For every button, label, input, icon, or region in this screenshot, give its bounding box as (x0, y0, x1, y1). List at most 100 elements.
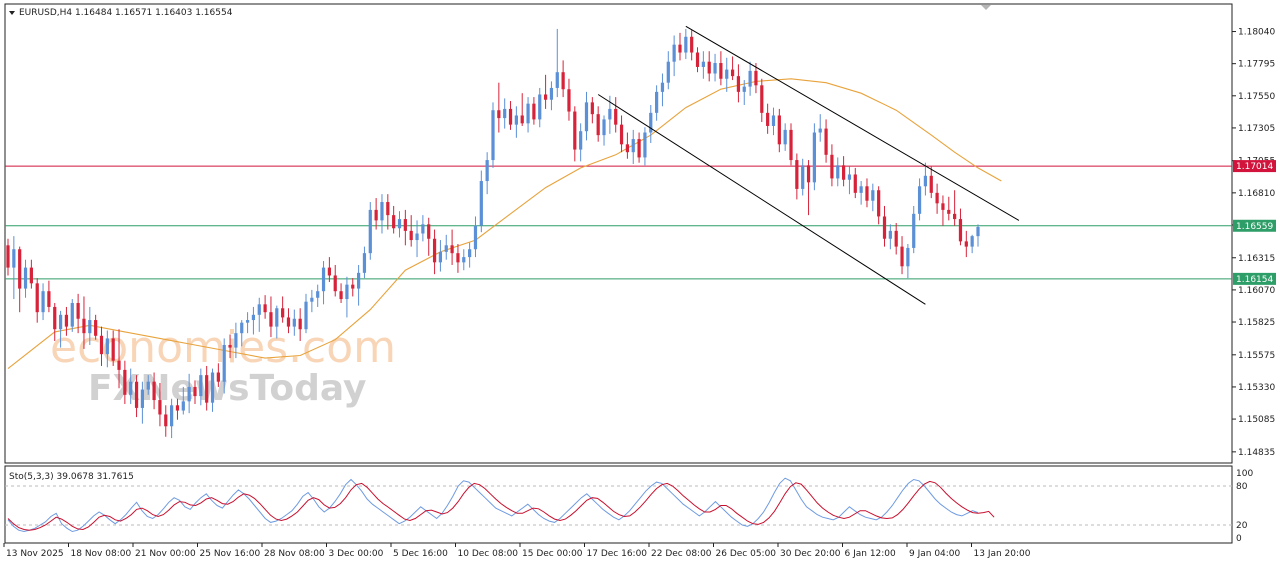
candle (953, 190, 957, 226)
candle (23, 259, 28, 298)
candle (573, 106, 577, 162)
candle (806, 160, 811, 216)
candle (520, 93, 524, 126)
candle-body (748, 70, 752, 87)
candle-body (339, 291, 343, 300)
candle-body (140, 389, 145, 408)
candle-body (35, 283, 39, 313)
candle (263, 295, 267, 319)
candle (795, 153, 799, 200)
candle-body (362, 253, 367, 273)
candle-body (812, 132, 816, 183)
candle-body (859, 186, 863, 193)
candle (847, 166, 852, 195)
candle (777, 108, 781, 153)
candle-body (82, 318, 86, 334)
candle-body (356, 272, 361, 289)
candle-body (392, 215, 396, 229)
candle-body (958, 219, 963, 242)
candle-body (847, 174, 852, 180)
candle (614, 97, 618, 133)
candle-body (532, 103, 536, 120)
candle-body (158, 400, 162, 415)
candle-body (929, 175, 933, 193)
time-tick-label: 26 Dec 05:00 (716, 549, 777, 559)
candle (666, 51, 670, 90)
candle (468, 242, 472, 268)
price-tick-label: 1.15085 (1238, 415, 1275, 425)
candle-body (841, 165, 846, 180)
candle (824, 119, 828, 163)
stochastic: 100 80 20 0 (5, 469, 1253, 544)
candle-body (193, 386, 197, 397)
candle (473, 216, 478, 258)
candle-body (917, 186, 922, 214)
candle-body (6, 245, 10, 268)
candle-body (41, 291, 45, 313)
candle (491, 102, 495, 168)
candle-body (894, 230, 898, 247)
stochastic-signal-line (7, 480, 995, 531)
candle-body (310, 297, 314, 302)
candle (403, 209, 407, 246)
candle (684, 28, 688, 60)
price-tick-label: 1.15825 (1238, 318, 1275, 328)
candle (625, 132, 630, 159)
candle-body (906, 247, 910, 267)
candle-body (432, 238, 437, 263)
candle (310, 289, 314, 313)
candle-body (181, 401, 185, 411)
candle-body (415, 233, 419, 241)
candle-body (707, 61, 711, 74)
candle (321, 261, 326, 305)
candle (871, 183, 875, 212)
price-tick-label: 1.15330 (1238, 383, 1275, 393)
candle-body (485, 160, 489, 182)
candle (947, 196, 951, 221)
candle-body (678, 44, 682, 53)
candle-body (579, 131, 583, 150)
stochastic-label: Sto(5,3,3) 39.0678 31.7615 (9, 472, 134, 482)
candle (543, 74, 548, 109)
price-tick-label: 1.17550 (1238, 92, 1275, 102)
candle-body (801, 165, 805, 189)
candle (351, 278, 355, 297)
candle (339, 283, 343, 304)
candle (590, 97, 594, 124)
candle (929, 166, 933, 199)
symbol-dropdown-icon[interactable] (9, 11, 15, 15)
horizontal-levels: 1.17014 1.16559 1.16154 (5, 160, 1276, 285)
candle-body (584, 102, 589, 132)
candle (333, 264, 337, 297)
chart-shift-marker-icon[interactable] (981, 5, 991, 10)
candle-body (783, 129, 787, 145)
candle (841, 156, 846, 187)
candle-body (964, 241, 968, 247)
candle-body (766, 112, 770, 126)
candle-body (508, 108, 513, 125)
stochastic-axis-label: 80 (1236, 482, 1248, 492)
candle (35, 278, 39, 323)
candle-body (94, 320, 98, 336)
candle-body (742, 86, 746, 92)
candle (596, 106, 600, 142)
stochastic-axis-label: 0 (1236, 534, 1242, 544)
candle (941, 195, 945, 226)
candle (725, 57, 729, 92)
time-tick-label: 10 Dec 08:00 (458, 549, 519, 559)
candle-body (806, 165, 811, 183)
candle (549, 81, 554, 111)
candle-body (53, 306, 57, 330)
price-tick-label: 1.16315 (1238, 254, 1275, 264)
candle-body (695, 52, 700, 67)
candle-body (117, 360, 121, 370)
candle-body (865, 186, 869, 201)
candle (485, 152, 489, 195)
candle (976, 224, 980, 247)
candle (655, 85, 659, 121)
candle (555, 28, 559, 98)
candle (362, 246, 367, 279)
candle-body (111, 338, 115, 361)
candle-body (953, 213, 957, 220)
price-axis: 1.180401.177951.175501.173051.170551.168… (1232, 28, 1275, 458)
